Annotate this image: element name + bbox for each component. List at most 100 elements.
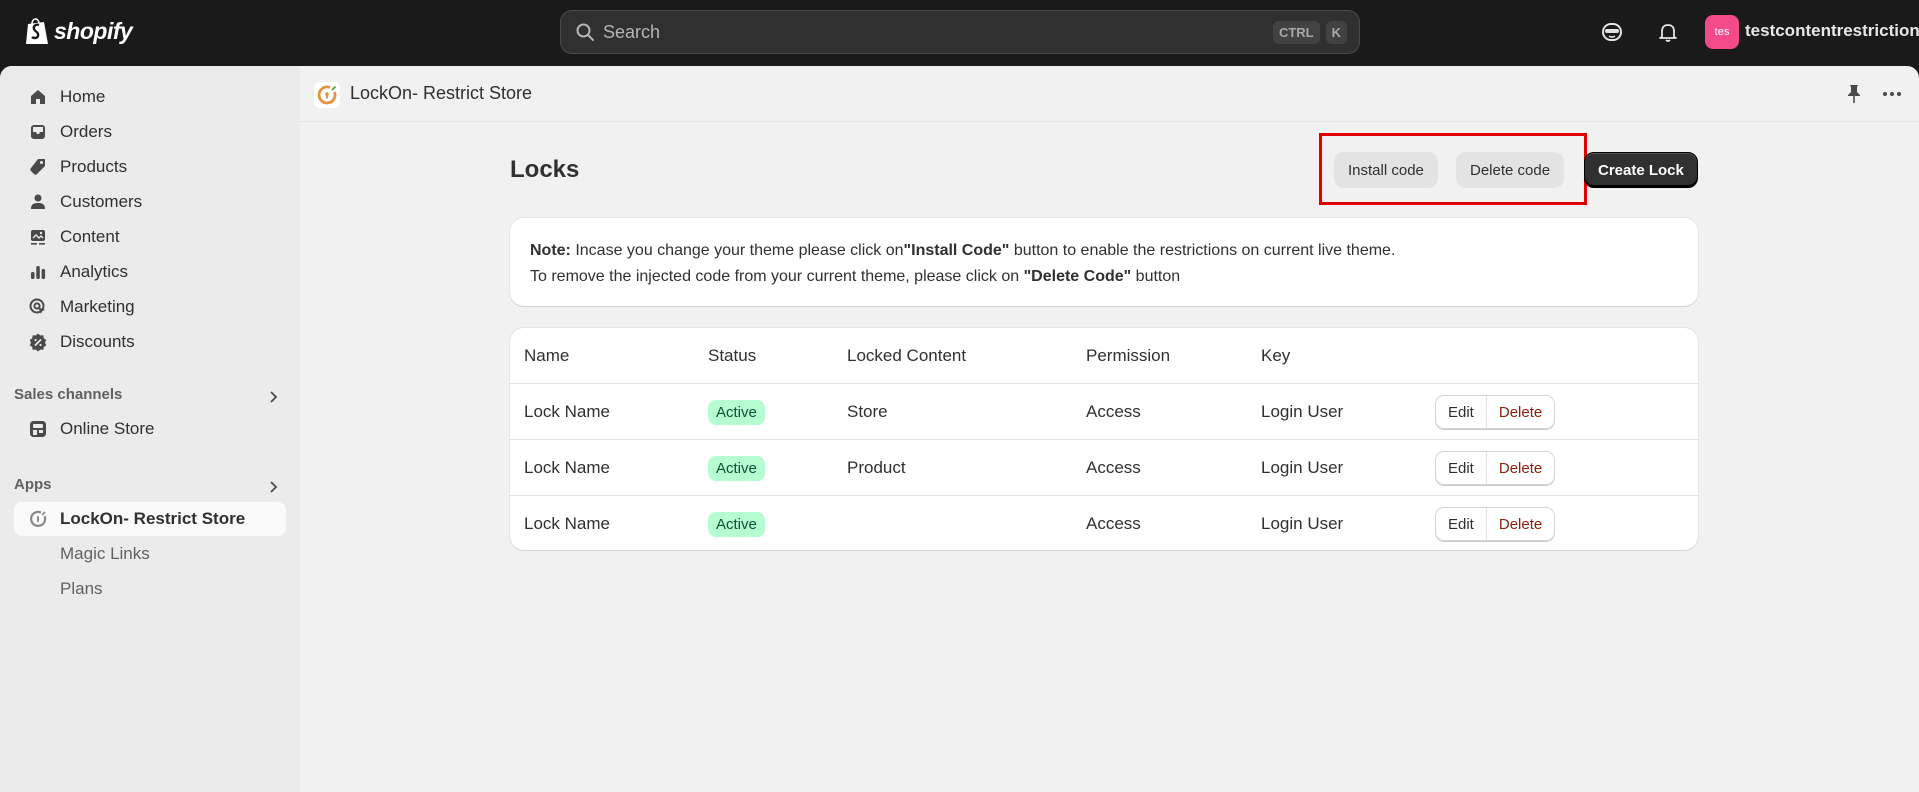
column-header-permission: Permission (1086, 346, 1171, 365)
sidebar-item-orders[interactable]: Orders (14, 115, 286, 149)
search-icon (576, 23, 594, 41)
cell-name: Lock Name (524, 514, 610, 533)
cell-locked-content: Product (847, 458, 906, 477)
delete-button[interactable]: Delete (1486, 452, 1555, 484)
cell-locked-content: Store (847, 402, 888, 421)
sidebar-item-label: Customers (60, 192, 143, 211)
sidebar-item-marketing[interactable]: Marketing (14, 290, 286, 324)
bell-icon[interactable] (1656, 20, 1680, 44)
chevron-right-icon[interactable] (266, 390, 280, 404)
note-label: Note: (530, 242, 571, 259)
sidebar-item-label: Home (60, 87, 106, 106)
pin-icon[interactable] (1844, 83, 1864, 105)
create-lock-button[interactable]: Create Lock (1584, 152, 1698, 188)
sidebar: Home Orders Products Customers Content A… (0, 66, 300, 792)
bar-chart-icon (31, 266, 46, 279)
lockon-logo-icon (314, 82, 340, 108)
status-badge: Active (708, 455, 765, 481)
note-text: Incase you change your theme please clic… (570, 242, 904, 259)
note-text: To remove the injected code from your cu… (530, 268, 1024, 285)
column-header-status: Status (708, 346, 757, 365)
sidebar-item-label: Analytics (60, 262, 129, 281)
cell-permission: Access (1086, 514, 1141, 533)
edit-button[interactable]: Edit (1436, 452, 1487, 484)
note-line-1: Note: Incase you change your theme pleas… (530, 238, 1678, 264)
delete-code-button[interactable]: Delete code (1456, 152, 1565, 188)
note-line-2: To remove the injected code from your cu… (530, 264, 1678, 290)
cell-name: Lock Name (524, 402, 610, 421)
sidebar-item-content[interactable]: Content (14, 220, 286, 254)
note-install-code-ref: "Install Code" (903, 242, 1010, 259)
table-header-row: Name Status Locked Content Permission Ke… (510, 328, 1698, 384)
logo-text: shopify (54, 17, 133, 44)
discount-icon (29, 333, 47, 352)
note-card: Note: Incase you change your theme pleas… (510, 218, 1698, 306)
lockon-app-icon (30, 510, 47, 527)
status-badge: Active (708, 511, 765, 537)
inbox-icon (31, 125, 45, 139)
edit-button[interactable]: Edit (1436, 396, 1487, 428)
shopify-logo[interactable]: shopify (24, 16, 133, 46)
sidekick-icon[interactable] (1600, 20, 1624, 44)
sidebar-subitem-magic-links[interactable]: Magic Links (60, 544, 150, 564)
sidebar-item-label: Orders (60, 122, 112, 141)
delete-button[interactable]: Delete (1486, 396, 1555, 428)
sidebar-item-label: LockOn- Restrict Store (60, 509, 246, 528)
store-name[interactable]: testcontentrestriction (1745, 21, 1919, 41)
column-header-locked-content: Locked Content (847, 346, 967, 365)
table-row: Lock Name Active Product Access Login Us… (510, 440, 1698, 496)
table-row: Lock Name Active Access Login User Edit … (510, 496, 1698, 550)
column-header-name: Name (524, 346, 570, 365)
cell-name: Lock Name (524, 458, 610, 477)
cell-permission: Access (1086, 402, 1141, 421)
tag-icon (30, 159, 45, 175)
top-bar: shopify Search CTRL K tes testcontentres… (0, 0, 1919, 66)
cell-key: Login User (1261, 458, 1344, 477)
main-content: LockOn- Restrict Store Locks Install cod… (300, 66, 1919, 792)
sidebar-item-label: Marketing (60, 297, 135, 316)
shortcut-key-k: K (1325, 20, 1347, 44)
sidebar-subitem-plans[interactable]: Plans (60, 579, 103, 599)
shortcut-key-ctrl: CTRL (1272, 20, 1320, 44)
apps-title[interactable]: Apps (14, 476, 52, 493)
install-code-button[interactable]: Install code (1334, 152, 1438, 188)
store-icon (30, 421, 46, 437)
note-text: button (1131, 268, 1181, 285)
app-header: LockOn- Restrict Store (300, 66, 1919, 122)
sidebar-item-lockon-app[interactable]: LockOn- Restrict Store (14, 502, 286, 536)
avatar[interactable]: tes (1705, 15, 1739, 49)
sidebar-item-discounts[interactable]: Discounts (14, 325, 286, 359)
cell-key: Login User (1261, 514, 1344, 533)
note-text: button to enable the restrictions on cur… (1009, 242, 1396, 259)
status-badge: Active (708, 399, 765, 425)
sidebar-item-label: Discounts (60, 332, 135, 351)
delete-button[interactable]: Delete (1486, 508, 1555, 540)
sidebar-item-label: Online Store (60, 419, 155, 438)
shopify-bag-icon (26, 18, 48, 44)
more-horizontal-icon[interactable] (1880, 84, 1904, 104)
home-icon (31, 90, 45, 104)
table-row: Lock Name Active Store Access Login User… (510, 384, 1698, 440)
chevron-right-icon[interactable] (266, 480, 280, 494)
search-input[interactable]: Search CTRL K (560, 10, 1360, 54)
admin-frame: Home Orders Products Customers Content A… (0, 66, 1919, 792)
edit-button[interactable]: Edit (1436, 508, 1487, 540)
app-title: LockOn- Restrict Store (350, 83, 533, 103)
row-actions: Edit Delete (1435, 507, 1556, 541)
cell-key: Login User (1261, 402, 1344, 421)
sales-channels-title[interactable]: Sales channels (14, 386, 122, 403)
target-icon (29, 298, 45, 314)
sidebar-item-label: Products (60, 157, 128, 176)
note-delete-code-ref: "Delete Code" (1023, 268, 1132, 285)
image-icon (31, 230, 45, 245)
sidebar-item-home[interactable]: Home (14, 80, 286, 114)
sidebar-item-customers[interactable]: Customers (14, 185, 286, 219)
person-icon (31, 194, 45, 209)
sidebar-item-label: Content (60, 227, 120, 246)
sidebar-item-analytics[interactable]: Analytics (14, 255, 286, 289)
row-actions: Edit Delete (1435, 395, 1556, 429)
sidebar-item-online-store[interactable]: Online Store (14, 412, 286, 446)
locks-table: Name Status Locked Content Permission Ke… (510, 328, 1698, 550)
sidebar-item-products[interactable]: Products (14, 150, 286, 184)
column-header-key: Key (1261, 346, 1291, 365)
